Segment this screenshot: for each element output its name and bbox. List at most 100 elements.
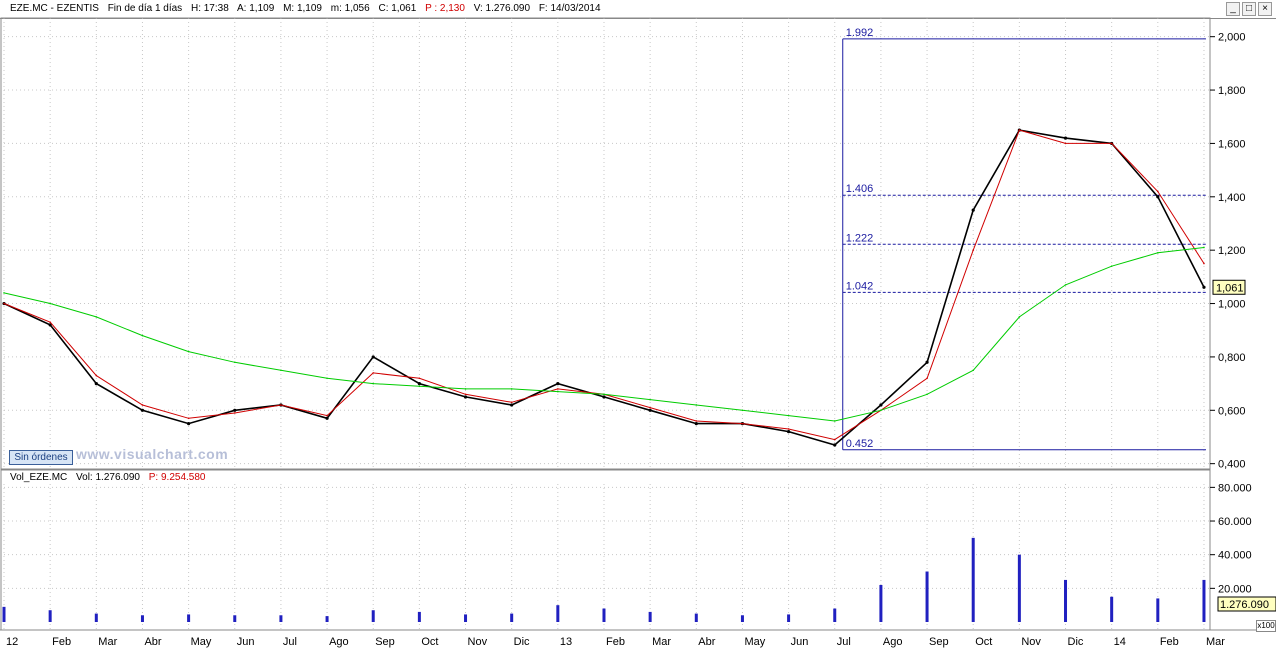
volume-bar: [325, 616, 329, 622]
series-point: [233, 361, 236, 364]
month-label: May: [744, 636, 765, 648]
month-label: Jul: [837, 636, 851, 648]
price-tick-label: 1,200: [1218, 245, 1246, 257]
series-point: [741, 422, 744, 425]
volume-readout: Vol: 1.276.090: [76, 472, 140, 483]
month-label: Feb: [606, 636, 625, 648]
series-point: [233, 408, 237, 412]
volume-header: Vol_EZE.MC Vol: 1.276.090 P: 9.254.580: [10, 472, 211, 483]
series-point: [1156, 195, 1160, 199]
volume-bar: [1156, 598, 1160, 622]
series-point: [280, 404, 282, 406]
volume-bar: [94, 613, 98, 622]
series-point: [418, 385, 421, 388]
price-tick-label: 2,000: [1218, 32, 1246, 44]
volume-tick-label: 20.000: [1218, 583, 1252, 595]
month-label: 14: [1114, 636, 1126, 648]
retracement-label: 1.992: [846, 27, 874, 39]
series-point: [417, 382, 421, 386]
volume-bar: [1017, 554, 1021, 622]
series-point: [1157, 190, 1159, 193]
series-point: [602, 395, 606, 399]
series-point: [1157, 252, 1159, 254]
volume-bar: [510, 613, 514, 622]
series-point: [1110, 142, 1113, 145]
month-label: Jul: [283, 636, 297, 648]
volume-bar: [371, 610, 375, 622]
series-point: [972, 249, 975, 251]
price-tick-label: 0,400: [1218, 459, 1246, 471]
month-label: Oct: [421, 636, 438, 648]
month-label: Ago: [329, 636, 349, 648]
volume-bar: [556, 605, 560, 622]
volume-bar: [279, 615, 283, 622]
series-point: [140, 408, 145, 412]
series-point: [556, 382, 560, 386]
month-label: Oct: [975, 636, 992, 648]
price-tick-label: 1,800: [1218, 85, 1246, 97]
volume-bar: [140, 615, 144, 622]
month-label: Jun: [791, 636, 809, 648]
series-point: [741, 409, 744, 412]
series-point: [371, 355, 375, 359]
series-point: [557, 390, 559, 393]
series-point: [141, 404, 144, 406]
price-tick-label: 1,000: [1218, 299, 1246, 311]
series-point: [326, 377, 328, 380]
volume-bar: [740, 615, 744, 622]
series-point: [464, 393, 467, 396]
scale-button[interactable]: x100: [1256, 620, 1276, 632]
series-point: [372, 372, 375, 374]
volume-bar: [648, 611, 652, 622]
series-point: [510, 388, 513, 390]
series-point: [49, 321, 51, 324]
price-tick-label: 0,600: [1218, 405, 1246, 417]
retracement-label: 1.406: [846, 183, 874, 195]
series-point: [786, 430, 791, 434]
series-point: [695, 404, 698, 406]
series-point: [879, 403, 883, 407]
series-point: [926, 393, 928, 396]
status-badge[interactable]: Sin órdenes: [9, 450, 73, 465]
last-volume-label: 1.276.090: [1220, 599, 1269, 611]
month-label: Nov: [1021, 636, 1041, 648]
series-point: [94, 382, 98, 386]
month-label: Mar: [98, 636, 117, 648]
month-label: 13: [560, 636, 572, 648]
retracement-label: 0.452: [846, 438, 874, 450]
series-point: [1203, 262, 1205, 265]
series-point: [280, 369, 282, 372]
volume-panel-border: [0, 469, 1211, 631]
price-tick-label: 0,800: [1218, 352, 1246, 364]
price-tick-label: 1,600: [1218, 138, 1246, 150]
volume-bar: [1110, 596, 1114, 622]
chart-canvas[interactable]: 1.992 1.406 1.222 1.042 0.452 2,000 1,800 1,60…: [0, 0, 1276, 649]
series-point: [557, 388, 559, 390]
series-point: [372, 382, 375, 385]
series-point: [141, 334, 144, 337]
series-point: [49, 302, 51, 305]
volume-bar: [602, 608, 606, 622]
volume-bar: [464, 614, 468, 622]
month-label: Sep: [375, 636, 395, 648]
series-point: [833, 420, 836, 422]
month-label: Feb: [52, 636, 71, 648]
watermark: www.visualchart.com: [76, 446, 229, 462]
series-point: [649, 406, 651, 409]
volume-bar: [833, 608, 837, 622]
series-point: [972, 369, 975, 372]
series-point: [1018, 129, 1021, 131]
volume-bar: [2, 606, 6, 622]
volume-average: P: 9.254.580: [148, 472, 206, 483]
series-line-ma-fast: [3, 129, 1205, 441]
series-point: [325, 416, 329, 420]
series-point: [1063, 136, 1068, 140]
series-point: [187, 422, 191, 426]
series-point: [833, 438, 836, 441]
series-point: [510, 403, 514, 407]
series-point: [326, 414, 328, 417]
month-label: Dic: [1068, 636, 1084, 648]
series-point: [603, 393, 605, 396]
volume-bar: [879, 584, 883, 622]
month-label: Jun: [237, 636, 255, 648]
